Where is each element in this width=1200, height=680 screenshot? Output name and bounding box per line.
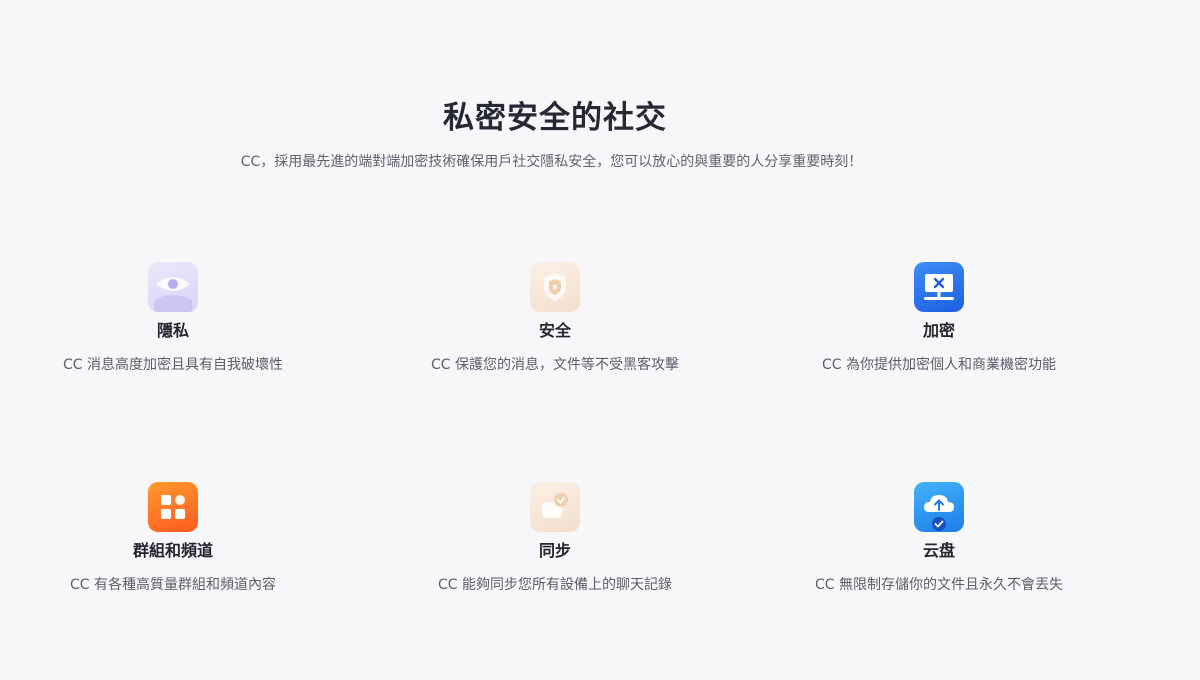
encrypted-screen-icon (914, 262, 964, 312)
shield-icon (530, 262, 580, 312)
feature-description: CC 消息高度加密且具有自我破壞性 (62, 357, 283, 373)
eye-icon (148, 262, 198, 312)
feature-description: CC 保護您的消息，文件等不受黑客攻擊 (431, 357, 679, 373)
feature-description: CC 無限制存儲你的文件且永久不會丟失 (815, 577, 1063, 593)
feature-groups: 群組和頻道 CC 有各種高質量群組和頻道內容 (8, 482, 338, 594)
feature-sync: 同步 CC 能夠同步您所有設備上的聊天記錄 (390, 482, 720, 594)
feature-encrypt: 加密 CC 為你提供加密個人和商業機密功能 (774, 262, 1104, 374)
feature-title: 加密 (922, 321, 955, 340)
feature-title: 安全 (538, 321, 571, 340)
feature-security: 安全 CC 保護您的消息，文件等不受黑客攻擊 (390, 262, 720, 374)
feature-description: CC 為你提供加密個人和商業機密功能 (821, 357, 1056, 373)
feature-description: CC 能夠同步您所有設備上的聊天記錄 (437, 577, 672, 593)
hero-title: 私密安全的社交 (443, 100, 667, 136)
feature-title: 云盘 (922, 541, 955, 560)
cloud-upload-icon (914, 482, 964, 532)
feature-title: 隱私 (156, 321, 189, 340)
group-grid-icon (148, 482, 198, 532)
feature-cloud: 云盘 CC 無限制存儲你的文件且永久不會丟失 (774, 482, 1104, 594)
feature-title: 同步 (538, 541, 571, 560)
feature-description: CC 有各種高質量群組和頻道內容 (69, 577, 276, 593)
hero-subtitle: CC，採用最先進的端對端加密技術確保用戶社交隱私安全，您可以放心的與重要的人分享… (240, 154, 863, 170)
feature-privacy: 隱私 CC 消息高度加密且具有自我破壞性 (8, 262, 338, 374)
feature-title: 群組和頻道 (132, 541, 213, 560)
sync-chat-icon (530, 482, 580, 532)
